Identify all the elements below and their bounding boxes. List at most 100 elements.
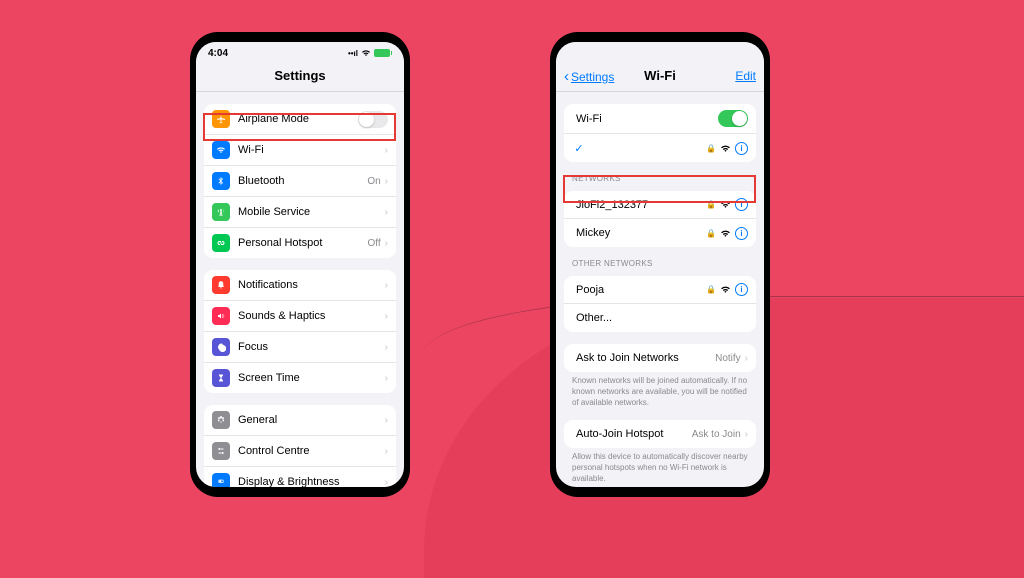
other-networks-header: OTHER NETWORKS xyxy=(572,259,748,268)
page-title: Settings xyxy=(204,68,396,83)
ask-join-note: Known networks will be joined automatica… xyxy=(572,376,748,408)
row-bluetooth[interactable]: Bluetooth On › xyxy=(204,166,396,197)
lock-icon: 🔒 xyxy=(706,285,716,294)
auto-join-group: Auto-Join Hotspot Ask to Join › xyxy=(564,420,756,448)
back-label: Settings xyxy=(571,70,614,84)
row-focus[interactable]: Focus › xyxy=(204,332,396,363)
row-mobile-service[interactable]: Mobile Service › xyxy=(204,197,396,228)
hotspot-icon xyxy=(212,234,230,252)
chevron-right-icon: › xyxy=(385,311,388,322)
row-label: Wi-Fi xyxy=(238,144,385,156)
signal-icon: ••ıl xyxy=(348,49,358,58)
status-time: 4:04 xyxy=(208,48,228,59)
row-label: Focus xyxy=(238,341,385,353)
network-name: JioFi2_132377 xyxy=(572,199,706,211)
row-connected-network[interactable]: ✓ 🔒 i xyxy=(564,134,756,162)
network-indicators: 🔒 i xyxy=(706,198,748,211)
other-label: Other... xyxy=(572,312,748,324)
row-label: Auto-Join Hotspot xyxy=(572,428,692,440)
wifi-icon xyxy=(212,141,230,159)
info-icon[interactable]: i xyxy=(735,227,748,240)
chevron-right-icon: › xyxy=(385,446,388,457)
chevron-right-icon: › xyxy=(385,342,388,353)
battery-icon xyxy=(374,49,392,57)
hourglass-icon xyxy=(212,369,230,387)
lock-icon: 🔒 xyxy=(706,229,716,238)
phone-left: 4:04 ••ıl Settings Airplane Mode Wi-Fi xyxy=(190,32,410,497)
other-networks-group: Pooja 🔒 i Other... xyxy=(564,276,756,332)
row-wifi-toggle[interactable]: Wi-Fi xyxy=(564,104,756,134)
networks-header: NETWORKS xyxy=(572,174,748,183)
wifi-signal-icon xyxy=(720,200,731,209)
info-icon[interactable]: i xyxy=(735,198,748,211)
network-indicators: 🔒 i xyxy=(706,227,748,240)
row-general[interactable]: General › xyxy=(204,405,396,436)
row-notifications[interactable]: Notifications › xyxy=(204,270,396,301)
settings-header: Settings xyxy=(196,64,404,92)
row-sounds-haptics[interactable]: Sounds & Haptics › xyxy=(204,301,396,332)
row-ask-join[interactable]: Ask to Join Networks Notify › xyxy=(564,344,756,372)
wifi-header: ‹ Settings Wi-Fi Edit xyxy=(556,64,764,92)
row-value: Ask to Join xyxy=(692,429,741,440)
row-label: Airplane Mode xyxy=(238,113,358,125)
edit-button[interactable]: Edit xyxy=(735,69,756,83)
networks-group: JioFi2_132377 🔒 i Mickey 🔒 i xyxy=(564,191,756,247)
info-icon[interactable]: i xyxy=(735,283,748,296)
row-network[interactable]: JioFi2_132377 🔒 i xyxy=(564,191,756,219)
chevron-right-icon: › xyxy=(385,176,388,187)
row-label: Screen Time xyxy=(238,372,385,384)
row-label: Mobile Service xyxy=(238,206,385,218)
settings-group-notifications: Notifications › Sounds & Haptics › Focus… xyxy=(204,270,396,393)
wifi-status-icon xyxy=(361,49,371,57)
row-wifi[interactable]: Wi-Fi › xyxy=(204,135,396,166)
phone-right: ‹ Settings Wi-Fi Edit Wi-Fi ✓ 🔒 xyxy=(550,32,770,497)
wifi-signal-icon xyxy=(720,229,731,238)
lock-icon: 🔒 xyxy=(706,144,716,153)
chevron-right-icon: › xyxy=(385,477,388,488)
wifi-toggle[interactable] xyxy=(718,110,748,127)
row-label: Wi-Fi xyxy=(572,113,718,125)
ask-join-group: Ask to Join Networks Notify › xyxy=(564,344,756,372)
status-right: ••ıl xyxy=(348,49,392,58)
auto-join-note: Allow this device to automatically disco… xyxy=(572,452,748,484)
row-display-brightness[interactable]: Display & Brightness › xyxy=(204,467,396,487)
row-network[interactable]: Mickey 🔒 i xyxy=(564,219,756,247)
row-auto-join[interactable]: Auto-Join Hotspot Ask to Join › xyxy=(564,420,756,448)
row-personal-hotspot[interactable]: Personal Hotspot Off › xyxy=(204,228,396,258)
row-label: Bluetooth xyxy=(238,175,367,187)
network-indicators: 🔒 i xyxy=(706,142,748,155)
row-network[interactable]: Pooja 🔒 i xyxy=(564,276,756,304)
chevron-right-icon: › xyxy=(385,373,388,384)
switches-icon xyxy=(212,442,230,460)
brightness-icon xyxy=(212,473,230,487)
chevron-left-icon: ‹ xyxy=(564,68,569,85)
status-bar: 4:04 ••ıl xyxy=(196,42,404,64)
wifi-signal-icon xyxy=(720,144,731,153)
wifi-content[interactable]: Wi-Fi ✓ 🔒 i NETWORKS JioFi2_132377 xyxy=(556,92,764,487)
info-icon[interactable]: i xyxy=(735,142,748,155)
chevron-right-icon: › xyxy=(385,207,388,218)
settings-content[interactable]: Airplane Mode Wi-Fi › Bluetooth On › Mob… xyxy=(196,92,404,487)
chevron-right-icon: › xyxy=(385,280,388,291)
chevron-right-icon: › xyxy=(385,238,388,249)
airplane-icon xyxy=(212,110,230,128)
sound-icon xyxy=(212,307,230,325)
airplane-toggle[interactable] xyxy=(358,111,388,128)
wifi-toggle-group: Wi-Fi ✓ 🔒 i xyxy=(564,104,756,162)
row-label: Ask to Join Networks xyxy=(572,352,715,364)
row-control-centre[interactable]: Control Centre › xyxy=(204,436,396,467)
lock-icon: 🔒 xyxy=(706,200,716,209)
wifi-signal-icon xyxy=(720,285,731,294)
row-label: Display & Brightness xyxy=(238,476,385,487)
screen-wifi: ‹ Settings Wi-Fi Edit Wi-Fi ✓ 🔒 xyxy=(556,42,764,487)
chevron-right-icon: › xyxy=(745,353,748,364)
row-screen-time[interactable]: Screen Time › xyxy=(204,363,396,393)
row-label: Personal Hotspot xyxy=(238,237,368,249)
row-label: Sounds & Haptics xyxy=(238,310,385,322)
gear-icon xyxy=(212,411,230,429)
network-name: Mickey xyxy=(572,227,706,239)
row-airplane-mode[interactable]: Airplane Mode xyxy=(204,104,396,135)
row-other[interactable]: Other... xyxy=(564,304,756,332)
back-button[interactable]: ‹ Settings xyxy=(564,68,614,85)
chevron-right-icon: › xyxy=(745,429,748,440)
